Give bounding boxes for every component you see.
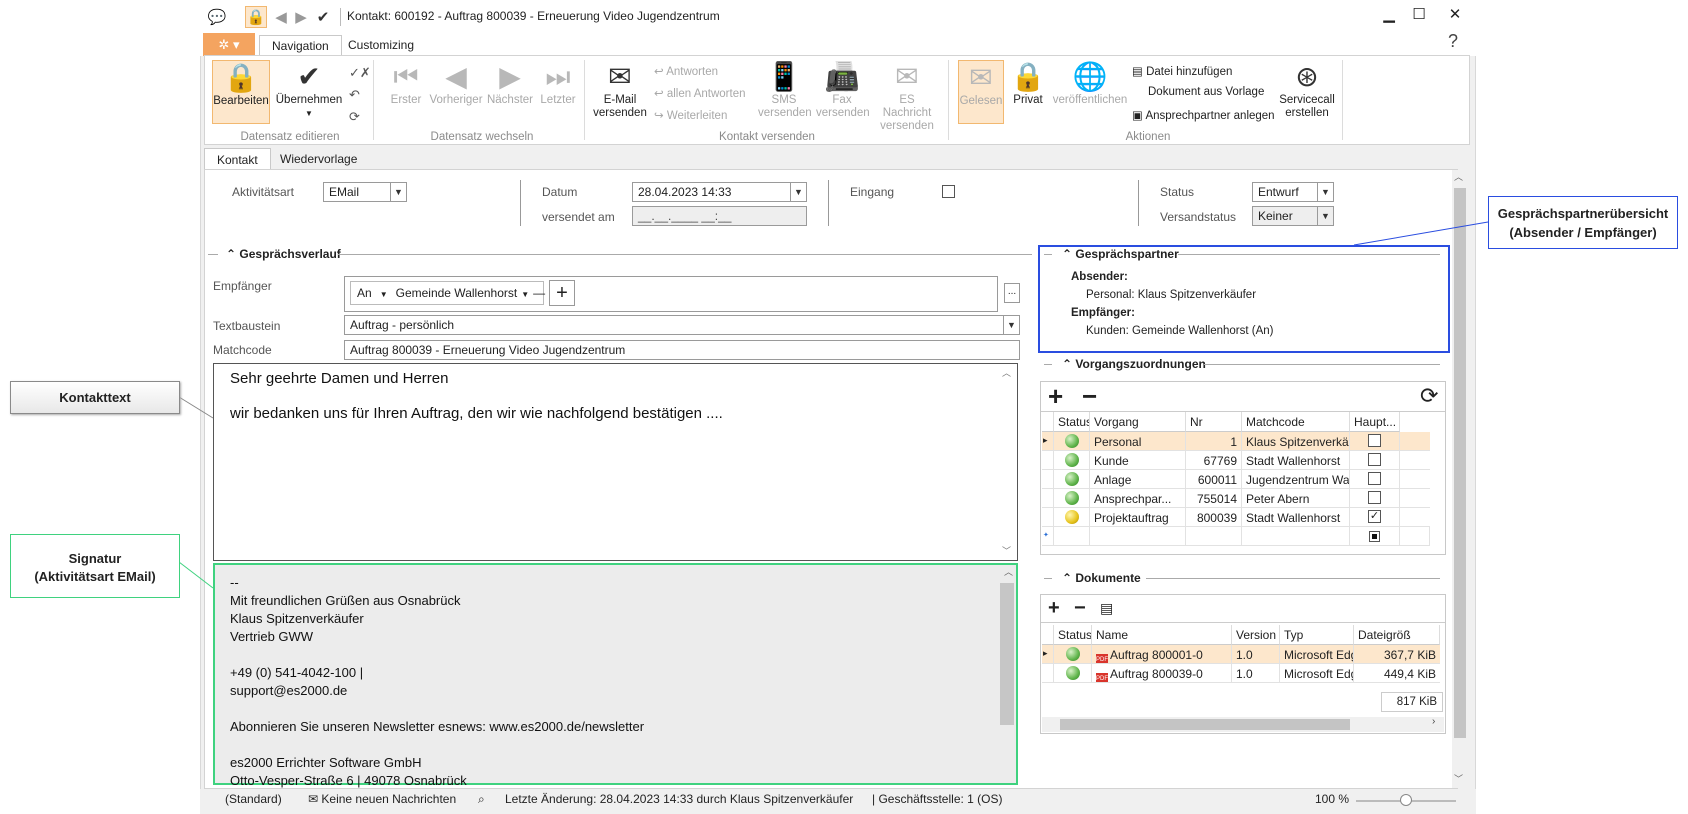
partner-callout-line2: (Absender / Empfänger): [1509, 225, 1657, 240]
signatur-callout: Signatur (Aktivitätsart EMail): [10, 534, 180, 598]
signatur-connector: [178, 561, 214, 589]
kontakttext-callout: Kontakttext: [10, 381, 180, 414]
kontakttext-connector: [178, 396, 214, 419]
partner-connector: [1353, 221, 1489, 246]
partner-callout: Gesprächspartnerübersicht (Absender / Em…: [1488, 196, 1678, 249]
signatur-callout-line2: (Aktivitätsart EMail): [34, 569, 156, 584]
signatur-callout-line1: Signatur: [68, 551, 122, 566]
callout-connectors: [178, 221, 1489, 589]
partner-callout-line1: Gesprächspartnerübersicht: [1497, 206, 1669, 221]
